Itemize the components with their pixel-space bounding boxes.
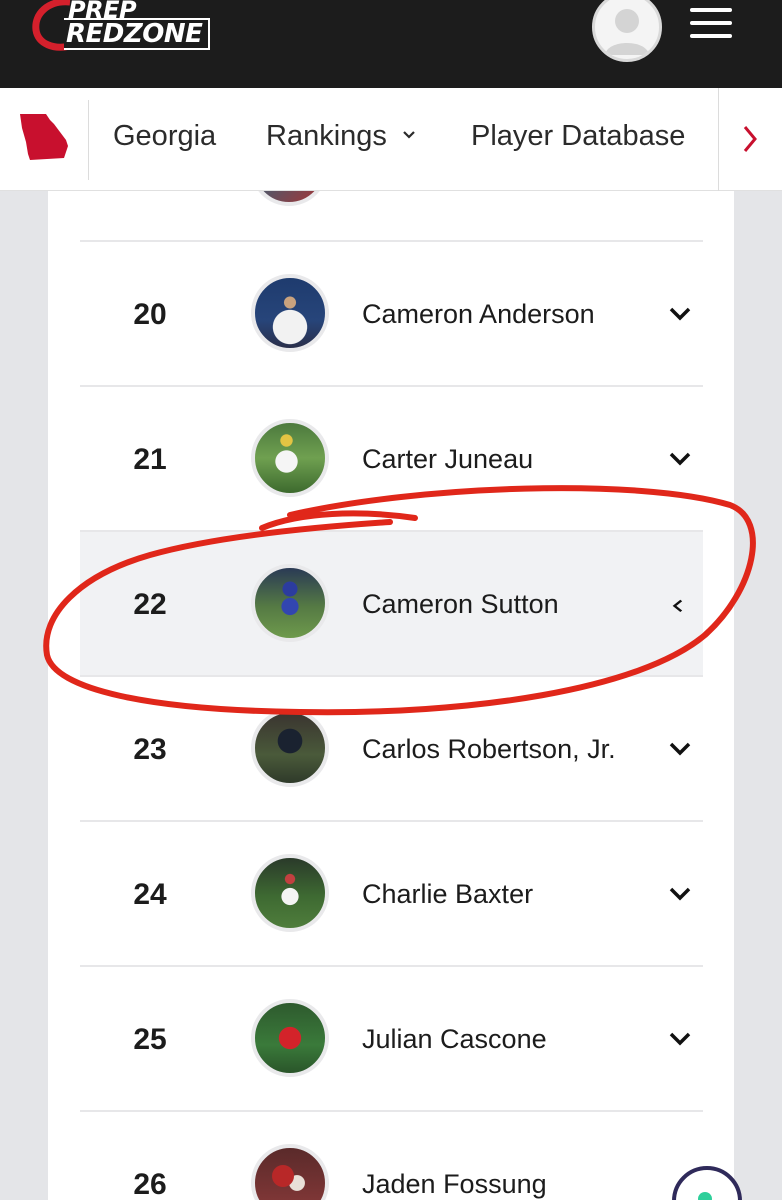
player-photo[interactable] — [251, 274, 329, 352]
chevron-left-icon[interactable] — [670, 594, 688, 618]
nav-scroll-right-button[interactable] — [718, 88, 782, 191]
user-avatar[interactable] — [592, 0, 662, 62]
ranking-row[interactable]: 21 Carter Juneau — [80, 385, 703, 530]
player-photo[interactable] — [251, 854, 329, 932]
rank-number: 22 — [133, 588, 167, 621]
top-header: PREP REDZONE — [0, 0, 782, 88]
prep-redzone-logo[interactable]: PREP REDZONE — [30, 0, 211, 54]
ranking-row[interactable]: 24 Charlie Baxter — [80, 820, 703, 965]
rank-number: 20 — [133, 298, 167, 331]
player-name[interactable]: Jaden Fossung — [362, 1112, 547, 1200]
rank-number: 24 — [133, 878, 167, 911]
rank-number: 23 — [133, 733, 167, 766]
ranking-row-expanded[interactable]: 22 Cameron Sutton — [80, 530, 703, 675]
player-name[interactable]: Julian Cascone — [362, 967, 547, 1112]
chevron-down-icon[interactable] — [402, 130, 416, 140]
nav-divider — [88, 100, 89, 180]
ranking-row[interactable]: 26 Jaden Fossung — [80, 1110, 703, 1200]
chevron-down-icon[interactable] — [668, 740, 692, 758]
chevron-right-icon — [743, 126, 757, 152]
ranking-row[interactable]: 23 Carlos Robertson, Jr. — [80, 675, 703, 820]
player-photo[interactable] — [251, 564, 329, 642]
ranking-row[interactable]: 20 Cameron Anderson — [80, 240, 703, 385]
georgia-state-icon[interactable] — [16, 112, 72, 160]
player-name[interactable]: Cameron Anderson — [362, 242, 595, 387]
ranking-row[interactable]: 25 Julian Cascone — [80, 965, 703, 1110]
nav-item-georgia[interactable]: Georgia — [113, 120, 216, 153]
rank-number: 26 — [133, 1168, 167, 1200]
player-name[interactable]: Charlie Baxter — [362, 822, 533, 967]
chevron-down-icon[interactable] — [668, 885, 692, 903]
nav-item-rankings[interactable]: Rankings — [266, 120, 387, 153]
user-placeholder-icon — [605, 9, 649, 55]
chevron-down-icon[interactable] — [668, 1030, 692, 1048]
nav-item-player-database[interactable]: Player Database — [471, 120, 685, 153]
player-photo[interactable] — [251, 1144, 329, 1200]
logo-text-redzone: REDZONE — [64, 18, 211, 50]
chevron-down-icon[interactable] — [668, 305, 692, 323]
state-nav-bar: Georgia Rankings Player Database — [0, 88, 782, 191]
rank-number: 25 — [133, 1023, 167, 1056]
player-name[interactable]: Carter Juneau — [362, 387, 533, 532]
player-photo[interactable] — [251, 999, 329, 1077]
chevron-down-icon[interactable] — [668, 450, 692, 468]
player-name[interactable]: Carlos Robertson, Jr. — [362, 677, 616, 822]
rank-number: 21 — [133, 443, 167, 476]
player-name[interactable]: Cameron Sutton — [362, 532, 559, 677]
hamburger-menu-icon[interactable] — [690, 8, 732, 42]
player-photo[interactable] — [251, 709, 329, 787]
player-photo[interactable] — [251, 419, 329, 497]
